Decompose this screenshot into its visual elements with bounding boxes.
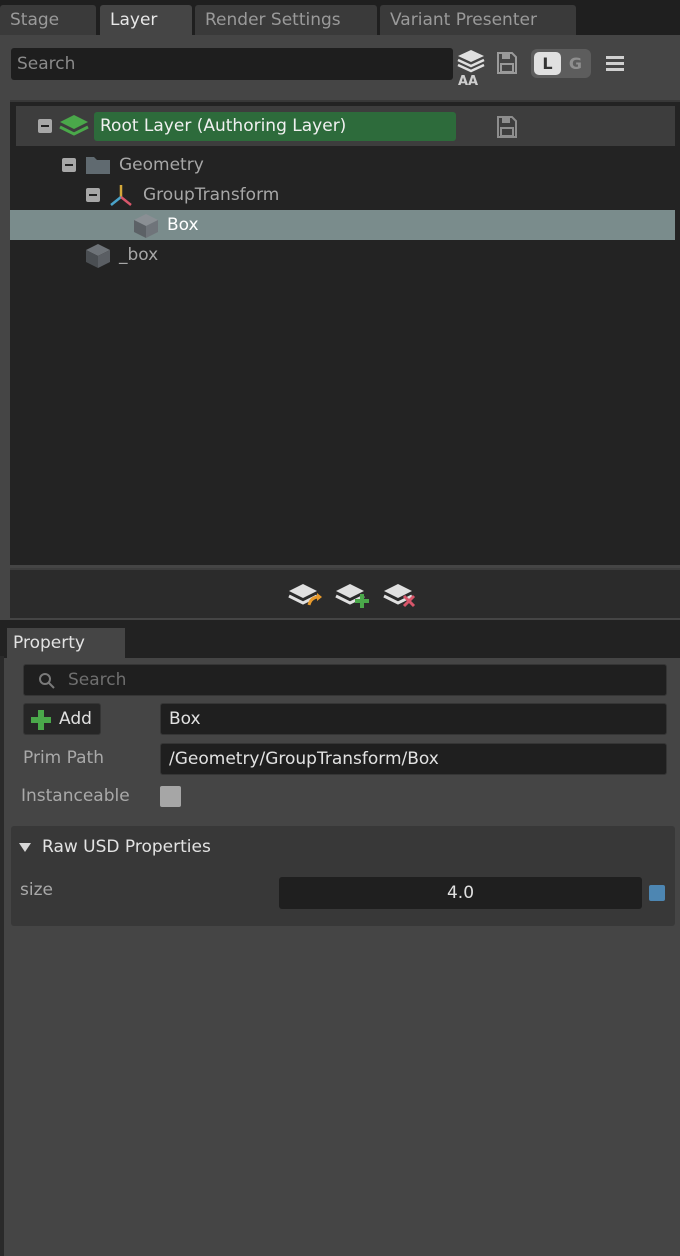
- tab-render-settings-label: Render Settings: [205, 10, 341, 30]
- root-layer-save-icon[interactable]: [496, 115, 518, 139]
- raw-usd-properties-section: Raw USD Properties size 4.0: [11, 826, 675, 926]
- root-layer-icon: [59, 115, 89, 136]
- property-search-input[interactable]: Search: [23, 664, 667, 696]
- prim-path-label: Prim Path: [23, 748, 104, 768]
- geometry-collapse-icon[interactable]: [62, 158, 76, 172]
- keyframe-indicator[interactable]: [649, 885, 665, 901]
- layer-search-placeholder: Search: [17, 54, 76, 74]
- tree-label-underscore-box: _box: [119, 245, 159, 265]
- size-label: size: [20, 880, 53, 900]
- xform-icon: [110, 185, 132, 206]
- size-value-field[interactable]: 4.0: [279, 877, 642, 909]
- layer-bottom-toolbar: [10, 568, 680, 618]
- property-search-placeholder: Search: [68, 670, 127, 690]
- folder-icon: [86, 157, 110, 174]
- layer-tree: Root Layer (Authoring Layer) Geometry Gr…: [10, 100, 680, 565]
- toggle-g[interactable]: G: [563, 52, 588, 75]
- tab-variant-presenter[interactable]: Variant Presenter: [380, 5, 576, 35]
- instanceable-checkbox[interactable]: [160, 786, 181, 807]
- search-icon: [39, 673, 55, 689]
- dock-tab-bar: Stage Layer Render Settings Variant Pres…: [0, 0, 680, 35]
- hamburger-icon: [606, 56, 624, 71]
- tab-property[interactable]: Property: [7, 628, 125, 658]
- root-layer-label: Root Layer (Authoring Layer): [94, 112, 456, 141]
- insert-sublayer-icon[interactable]: [287, 581, 323, 609]
- tree-row-geometry[interactable]: Geometry: [10, 150, 675, 180]
- tree-row-box-selected[interactable]: Box: [10, 210, 675, 240]
- layer-search-input[interactable]: Search: [11, 48, 453, 80]
- layers-icon: [457, 50, 485, 73]
- property-tab-label: Property: [13, 633, 85, 653]
- aa-label: AA: [458, 74, 479, 89]
- root-collapse-icon[interactable]: [38, 119, 52, 133]
- tab-layer[interactable]: Layer: [100, 5, 192, 35]
- save-icon: [497, 52, 517, 74]
- tree-row-underscore-box[interactable]: _box: [10, 240, 675, 270]
- raw-usd-header[interactable]: Raw USD Properties: [11, 826, 675, 868]
- create-sublayer-icon[interactable]: [334, 581, 370, 609]
- triangle-down-icon: [19, 843, 31, 852]
- grouptransform-collapse-icon[interactable]: [86, 188, 100, 202]
- tree-label-box: Box: [167, 215, 199, 235]
- instanceable-label: Instanceable: [21, 786, 130, 806]
- tab-variant-presenter-label: Variant Presenter: [390, 10, 537, 30]
- tab-stage[interactable]: Stage: [0, 5, 96, 35]
- cube-icon: [134, 214, 158, 238]
- tree-label-grouptransform: GroupTransform: [143, 185, 280, 205]
- prim-path-field[interactable]: /Geometry/GroupTransform/Box: [160, 743, 667, 775]
- prim-name-field[interactable]: Box: [160, 703, 667, 735]
- tab-stage-label: Stage: [10, 10, 60, 30]
- root-layer-row[interactable]: Root Layer (Authoring Layer): [16, 106, 675, 146]
- raw-usd-title: Raw USD Properties: [42, 837, 211, 857]
- auto-authoring-button[interactable]: AA: [456, 48, 486, 90]
- menu-button[interactable]: [604, 54, 626, 74]
- left-edge-divider: [0, 656, 4, 1256]
- tab-layer-label: Layer: [110, 10, 158, 30]
- plus-icon: [31, 710, 51, 730]
- toggle-l[interactable]: L: [534, 52, 561, 75]
- add-button-label: Add: [59, 709, 92, 729]
- cube-icon: [86, 244, 110, 268]
- tab-render-settings[interactable]: Render Settings: [195, 5, 377, 35]
- add-button[interactable]: Add: [23, 703, 101, 735]
- save-all-button[interactable]: [496, 51, 518, 75]
- remove-sublayer-icon[interactable]: [382, 581, 418, 609]
- tree-label-geometry: Geometry: [119, 155, 204, 175]
- tree-row-grouptransform[interactable]: GroupTransform: [10, 180, 675, 210]
- layer-global-toggle[interactable]: L G: [531, 49, 591, 78]
